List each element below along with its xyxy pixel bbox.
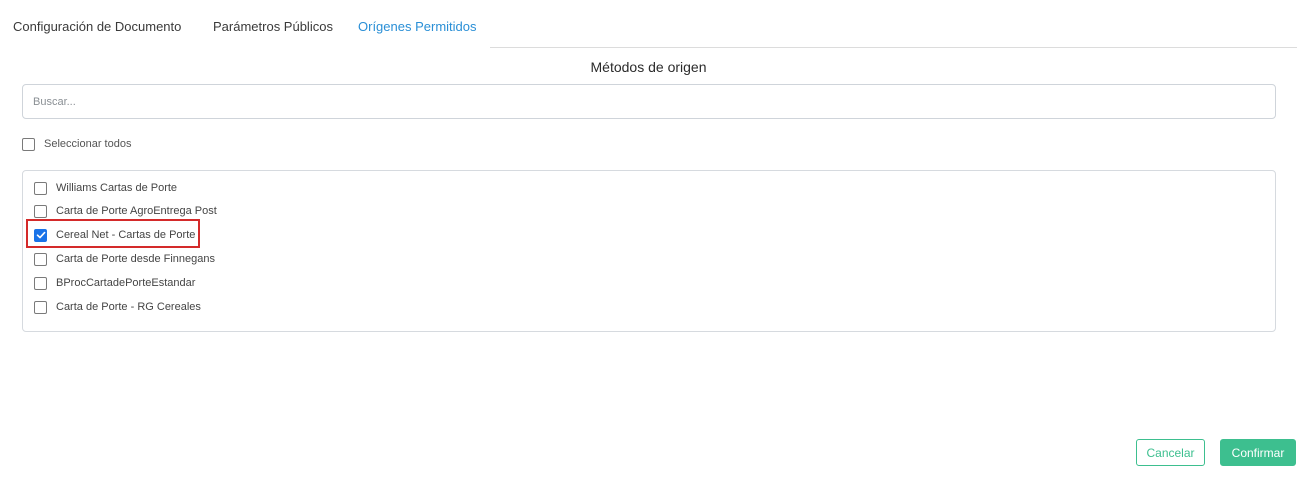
list-item[interactable]: BProcCartadePorteEstandar	[34, 276, 195, 290]
list-item[interactable]: Carta de Porte AgroEntrega Post	[34, 204, 217, 218]
item-label: Cereal Net - Cartas de Porte	[56, 229, 196, 241]
section-title: Métodos de origen	[590, 59, 707, 75]
search-input[interactable]	[22, 84, 1276, 119]
origin-methods-list: Williams Cartas de Porte Carta de Porte …	[22, 170, 1276, 332]
list-item[interactable]: Cereal Net - Cartas de Porte	[34, 228, 195, 242]
tab-parametros-publicos[interactable]: Parámetros Públicos	[213, 19, 333, 34]
item-checkbox[interactable]	[34, 181, 47, 195]
item-checkbox[interactable]	[34, 276, 47, 290]
item-label: BProcCartadePorteEstandar	[56, 277, 196, 289]
tab-configuracion-documento[interactable]: Configuración de Documento	[13, 19, 181, 34]
select-all-row[interactable]: Seleccionar todos	[22, 137, 131, 151]
list-item[interactable]: Carta de Porte - RG Cereales	[34, 300, 201, 314]
cancel-button[interactable]: Cancelar	[1136, 439, 1205, 466]
item-checkbox[interactable]	[34, 204, 47, 218]
tab-origenes-permitidos[interactable]: Orígenes Permitidos	[358, 19, 477, 34]
select-all-label: Seleccionar todos	[44, 138, 132, 150]
list-item[interactable]: Williams Cartas de Porte	[34, 181, 177, 195]
item-label: Williams Cartas de Porte	[56, 182, 178, 194]
item-checkbox[interactable]	[34, 228, 47, 242]
item-label: Carta de Porte desde Finnegans	[56, 253, 215, 265]
item-label: Carta de Porte - RG Cereales	[56, 301, 201, 313]
list-item[interactable]: Carta de Porte desde Finnegans	[34, 252, 215, 266]
confirm-button[interactable]: Confirmar	[1220, 439, 1296, 466]
tabs-divider	[490, 47, 1297, 48]
tab-bar: Configuración de Documento Parámetros Pú…	[0, 0, 1297, 48]
check-icon	[36, 231, 45, 239]
item-checkbox[interactable]	[34, 252, 47, 266]
select-all-checkbox[interactable]	[22, 137, 35, 151]
item-checkbox[interactable]	[34, 300, 47, 314]
item-label: Carta de Porte AgroEntrega Post	[56, 205, 217, 217]
